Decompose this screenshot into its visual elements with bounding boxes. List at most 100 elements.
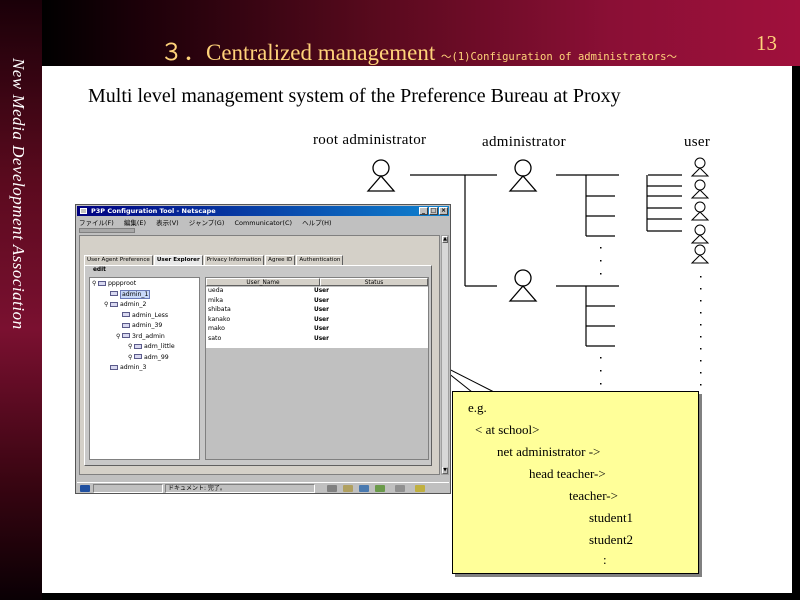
tab-privacy-information[interactable]: Privacy Information bbox=[203, 255, 265, 265]
minimize-icon[interactable]: _ bbox=[419, 207, 428, 215]
tree-node-label: admin_2 bbox=[120, 301, 147, 308]
example-callout: e.g. < at school> net administrator -> h… bbox=[452, 391, 699, 574]
folder-icon bbox=[122, 333, 130, 338]
slide-content: Multi level management system of the Pre… bbox=[42, 66, 792, 593]
callout-line-3: net administrator -> bbox=[497, 444, 601, 459]
user-person-icon bbox=[691, 201, 709, 221]
status-cell: User bbox=[314, 316, 329, 323]
column-status[interactable]: Status bbox=[320, 278, 428, 286]
administrator-person-icon bbox=[509, 159, 537, 192]
tree-node-label: admin_Less bbox=[132, 311, 169, 319]
list-rows: ueda User mika User shibata User kanako User mak… bbox=[206, 287, 428, 348]
table-row[interactable]: shibata User bbox=[206, 306, 428, 314]
tree-node[interactable]: ⚲ 3rd_admin bbox=[116, 333, 165, 341]
table-row[interactable]: kanako User bbox=[206, 316, 428, 324]
status-text: ドキュメント: 完了。 bbox=[165, 484, 315, 493]
menu-go[interactable]: ジャンプ(G) bbox=[189, 219, 225, 227]
menu-help[interactable]: ヘルプ(H) bbox=[302, 219, 331, 227]
callout-line-7: student2 bbox=[589, 532, 634, 547]
scroll-down-icon[interactable]: ▼ bbox=[442, 467, 448, 474]
page-number: 13 bbox=[756, 31, 777, 55]
maximize-icon[interactable]: □ bbox=[429, 207, 438, 215]
user-person-icon bbox=[691, 224, 709, 244]
netscape-window: P3P Configuration Tool - Netscape _ □ × … bbox=[75, 204, 451, 494]
callout-line-6: student1 bbox=[589, 510, 634, 525]
tab-authentication[interactable]: Authentication bbox=[296, 255, 344, 265]
list-header: User_Name Status bbox=[206, 278, 428, 286]
composer-icon[interactable] bbox=[395, 485, 405, 492]
slide-title: ３．Centralized management ～(1)Configurati… bbox=[160, 33, 677, 67]
window-titlebar[interactable]: P3P Configuration Tool - Netscape _ □ × bbox=[77, 206, 449, 216]
user-person-icon bbox=[691, 157, 709, 177]
tab-strip: User Agent Preference User Explorer Privac… bbox=[84, 255, 344, 265]
user-name-cell: mika bbox=[208, 296, 224, 304]
status-cell: User bbox=[314, 307, 329, 313]
collapsed-toolbar[interactable] bbox=[79, 228, 135, 233]
tab-agree-id[interactable]: Agree ID bbox=[265, 255, 296, 265]
tree-node[interactable]: admin_Less bbox=[116, 312, 168, 320]
tab-panel: edit ⚲ pppproot admin_1 ⚲ admin_2 admin_Less a… bbox=[84, 265, 432, 466]
tree-node[interactable]: ⚲ adm_little bbox=[128, 343, 175, 351]
discussion-icon[interactable] bbox=[375, 485, 385, 492]
tree-node-label: admin_39 bbox=[132, 322, 163, 329]
tree-node[interactable]: admin_39 bbox=[116, 322, 162, 330]
side-band: New Media Development Association bbox=[0, 0, 42, 600]
menu-communicator[interactable]: Communicator(C) bbox=[234, 219, 292, 227]
user-name-cell: kanako bbox=[208, 315, 231, 323]
callout-line-2: < at school> bbox=[475, 422, 540, 437]
menu-edit[interactable]: 編集(E) bbox=[124, 219, 146, 227]
tab-user-agent-preference[interactable]: User Agent Preference bbox=[84, 255, 153, 265]
tab-user-explorer[interactable]: User Explorer bbox=[153, 255, 203, 265]
status-cell: User bbox=[314, 335, 329, 342]
progress-cell bbox=[93, 484, 163, 493]
user-name-cell: ueda bbox=[208, 287, 224, 294]
signature-icon[interactable] bbox=[415, 485, 425, 492]
tree-node-label: adm_99 bbox=[144, 353, 169, 361]
slide-title-main: ３．Centralized management bbox=[160, 40, 436, 65]
menu-bar: ファイル(F) 編集(E) 表示(V) ジャンプ(G) Communicator… bbox=[79, 218, 447, 228]
mail-icon[interactable] bbox=[359, 485, 369, 492]
callout-line-4: head teacher-> bbox=[529, 466, 606, 481]
folder-icon bbox=[110, 364, 118, 370]
folder-icon bbox=[110, 291, 118, 296]
tree-node[interactable]: ⚲ pppproot bbox=[92, 280, 136, 288]
user-name-cell: mako bbox=[208, 325, 225, 332]
user-name-cell: sato bbox=[208, 334, 222, 342]
status-bar: ドキュメント: 完了。 bbox=[77, 482, 449, 493]
table-row[interactable]: ueda User bbox=[206, 287, 428, 295]
callout-line-1: e.g. bbox=[468, 400, 487, 415]
tree-node-label: 3rd_admin bbox=[132, 332, 165, 340]
column-user-name[interactable]: User_Name bbox=[206, 278, 320, 286]
organization-name: New Media Development Association bbox=[9, 58, 28, 330]
folder-icon bbox=[134, 354, 142, 359]
tree-node[interactable]: ⚲ adm_99 bbox=[128, 354, 169, 362]
folder-icon bbox=[110, 301, 118, 307]
folder-icon bbox=[122, 312, 130, 317]
table-row[interactable]: mika User bbox=[206, 297, 428, 305]
tree-node[interactable]: admin_1 bbox=[104, 289, 151, 299]
vertical-scrollbar[interactable]: ▲ ▼ bbox=[441, 235, 449, 475]
table-row[interactable]: sato User bbox=[206, 335, 428, 343]
callout-line-5: teacher-> bbox=[569, 488, 618, 503]
security-lock-icon[interactable] bbox=[80, 485, 90, 492]
menu-view[interactable]: 表示(V) bbox=[156, 219, 179, 227]
applet-area: User Agent Preference User Explorer Privac… bbox=[79, 235, 440, 475]
tree-node-label: adm_little bbox=[144, 343, 175, 350]
scroll-up-icon[interactable]: ▲ bbox=[442, 236, 448, 243]
component-icon-2[interactable] bbox=[343, 485, 353, 492]
menu-file[interactable]: ファイル(F) bbox=[79, 219, 114, 227]
admin-tree: ⚲ pppproot admin_1 ⚲ admin_2 admin_Less admin_… bbox=[89, 277, 200, 460]
edit-menu[interactable]: edit bbox=[93, 267, 106, 273]
user-list: User_Name Status ueda User mika User shibata… bbox=[205, 277, 429, 460]
folder-icon bbox=[134, 343, 142, 349]
table-row[interactable]: mako User bbox=[206, 325, 428, 333]
tree-node[interactable]: ⚲ admin_2 bbox=[104, 301, 146, 309]
user-person-icon bbox=[691, 244, 709, 264]
folder-icon bbox=[122, 322, 130, 328]
tree-node-label: admin_1 bbox=[120, 289, 151, 299]
tree-node[interactable]: admin_3 bbox=[104, 364, 146, 372]
slide-title-sub: ～(1)Configuration of administrators～ bbox=[441, 51, 677, 63]
root-administrator-person-icon bbox=[367, 159, 395, 192]
component-icon-1[interactable] bbox=[327, 485, 337, 492]
close-icon[interactable]: × bbox=[439, 207, 448, 215]
